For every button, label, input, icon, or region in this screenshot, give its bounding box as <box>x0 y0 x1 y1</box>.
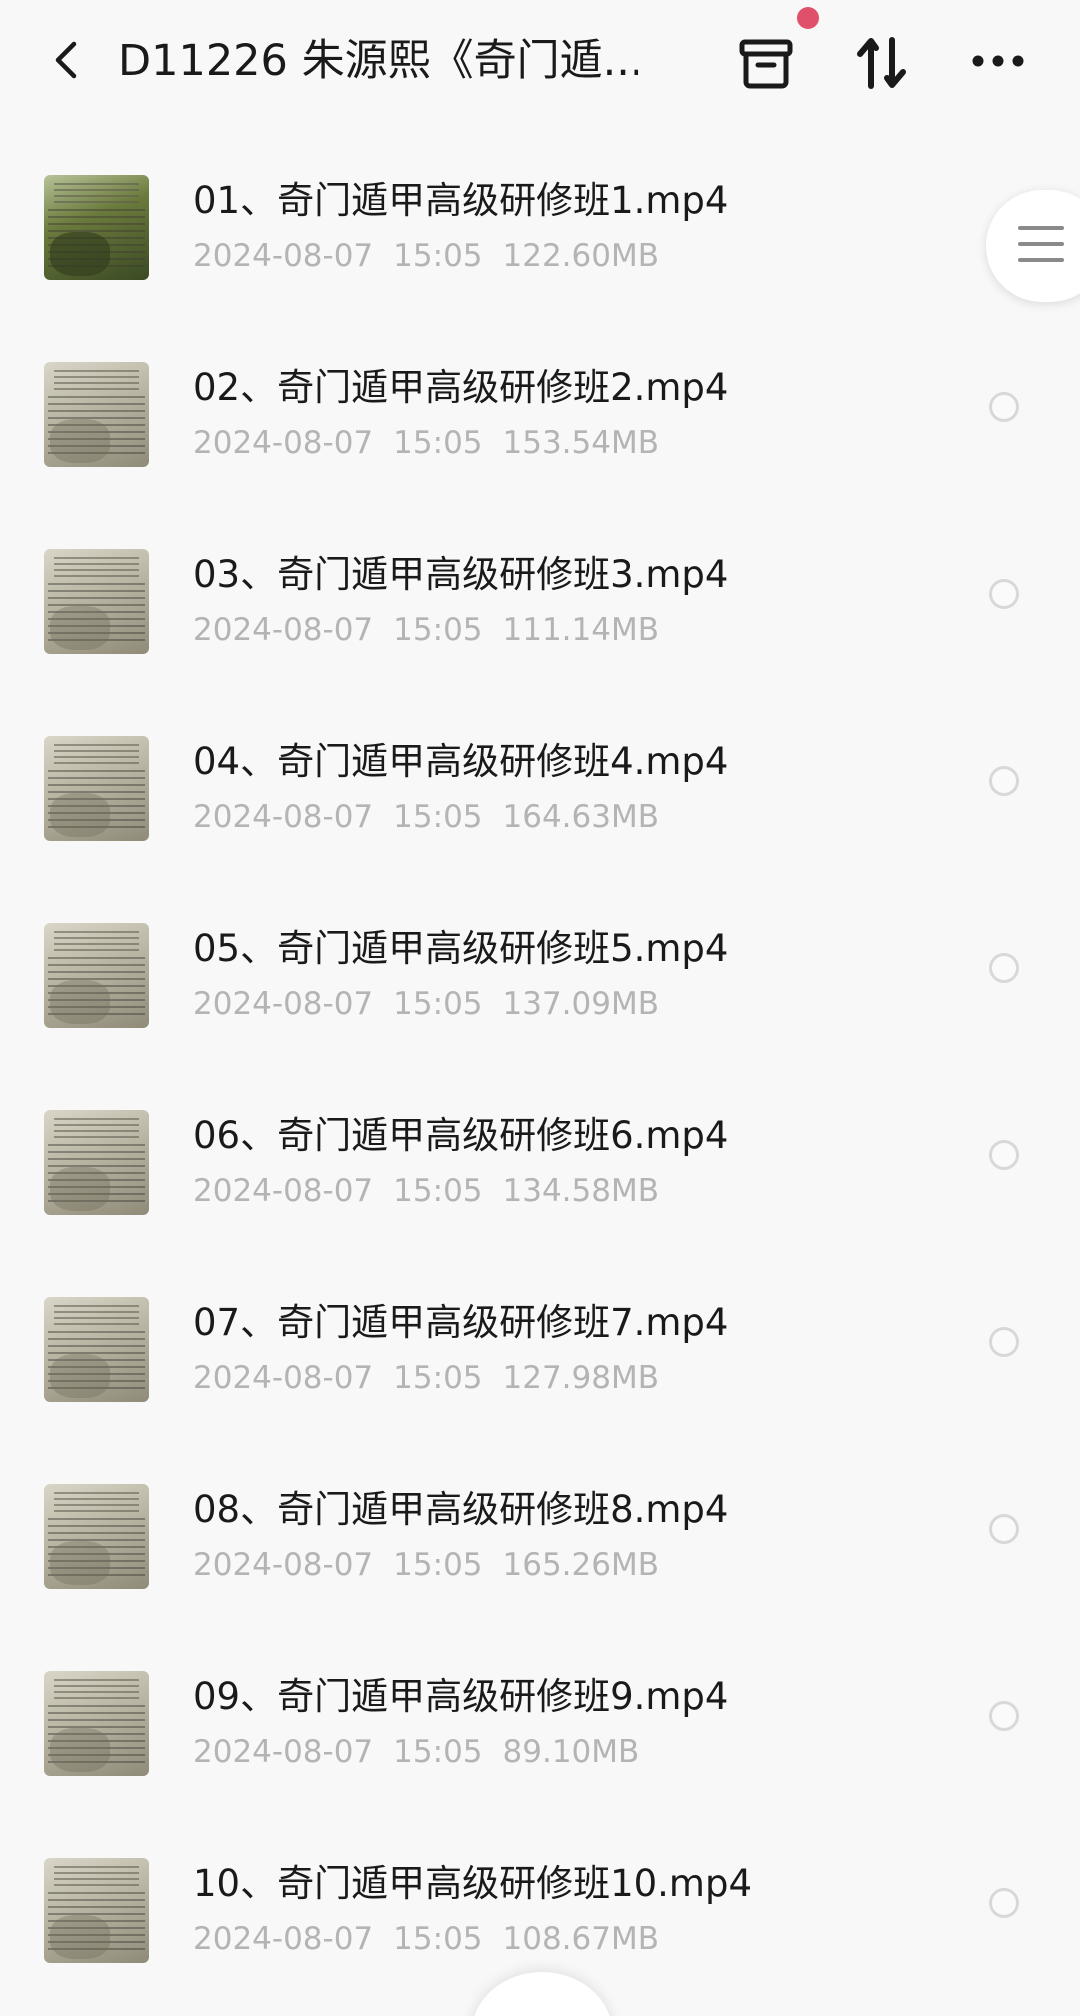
file-meta: 2024-08-07 15:05 108.67MB <box>193 1918 659 1960</box>
file-time: 15:05 <box>393 612 483 648</box>
video-thumbnail <box>44 1484 149 1589</box>
file-size: 164.63MB <box>502 799 659 835</box>
file-size: 134.58MB <box>502 1173 659 1209</box>
file-meta: 2024-08-07 15:05 134.58MB <box>193 1170 659 1212</box>
video-thumbnail <box>44 1110 149 1215</box>
file-name: 08、奇门遁甲高级研修班8.mp4 <box>193 1488 729 1531</box>
select-radio[interactable] <box>989 1327 1019 1357</box>
video-thumbnail <box>44 923 149 1028</box>
file-size: 89.10MB <box>502 1734 640 1770</box>
file-time: 15:05 <box>393 799 483 835</box>
file-date: 2024-08-07 <box>193 238 374 274</box>
file-row[interactable]: 10、奇门遁甲高级研修班10.mp4 2024-08-07 15:05 108.67… <box>0 1808 1080 1995</box>
file-row[interactable]: 05、奇门遁甲高级研修班5.mp4 2024-08-07 15:05 137.09M… <box>0 873 1080 1060</box>
notification-dot <box>797 7 819 29</box>
file-size: 165.26MB <box>502 1547 659 1583</box>
file-time: 15:05 <box>393 1547 483 1583</box>
select-radio[interactable] <box>989 392 1019 422</box>
file-size: 108.67MB <box>502 1921 659 1957</box>
file-time: 15:05 <box>393 1173 483 1209</box>
file-row[interactable]: 02、奇门遁甲高级研修班2.mp4 2024-08-07 15:05 153.54M… <box>0 312 1080 499</box>
select-radio[interactable] <box>989 1701 1019 1731</box>
file-meta: 2024-08-07 15:05 153.54MB <box>193 422 659 464</box>
menu-lines-icon <box>1018 226 1064 266</box>
file-date: 2024-08-07 <box>193 1547 374 1583</box>
file-time: 15:05 <box>393 425 483 461</box>
file-list: 01、奇门遁甲高级研修班1.mp4 2024-08-07 15:05 122.60M… <box>0 125 1080 1995</box>
file-name: 02、奇门遁甲高级研修班2.mp4 <box>193 366 729 409</box>
file-size: 111.14MB <box>502 612 659 648</box>
file-date: 2024-08-07 <box>193 1734 374 1770</box>
file-meta: 2024-08-07 15:05 127.98MB <box>193 1357 659 1399</box>
video-thumbnail <box>44 1671 149 1776</box>
video-thumbnail <box>44 549 149 654</box>
select-radio[interactable] <box>989 1514 1019 1544</box>
file-row[interactable]: 09、奇门遁甲高级研修班9.mp4 2024-08-07 15:05 89.10MB <box>0 1621 1080 1808</box>
file-name: 05、奇门遁甲高级研修班5.mp4 <box>193 927 729 970</box>
file-date: 2024-08-07 <box>193 1921 374 1957</box>
file-row[interactable]: 07、奇门遁甲高级研修班7.mp4 2024-08-07 15:05 127.98M… <box>0 1247 1080 1434</box>
select-radio[interactable] <box>989 1140 1019 1170</box>
more-horizontal-icon <box>972 55 1024 67</box>
file-date: 2024-08-07 <box>193 425 374 461</box>
file-date: 2024-08-07 <box>193 799 374 835</box>
file-size: 127.98MB <box>502 1360 659 1396</box>
file-meta: 2024-08-07 15:05 89.10MB <box>193 1731 639 1773</box>
file-time: 15:05 <box>393 1921 483 1957</box>
back-button[interactable] <box>44 36 92 84</box>
file-date: 2024-08-07 <box>193 1173 374 1209</box>
file-list-screen: D11226 朱源熙《奇门遁... 01、奇门遁甲高级研修班1.mp4 2024… <box>0 0 1080 2016</box>
file-time: 15:05 <box>393 238 483 274</box>
file-meta: 2024-08-07 15:05 164.63MB <box>193 796 659 838</box>
archive-box-icon <box>739 39 793 89</box>
file-size: 137.09MB <box>502 986 659 1022</box>
file-name: 09、奇门遁甲高级研修班9.mp4 <box>193 1675 729 1718</box>
top-bar: D11226 朱源熙《奇门遁... <box>0 0 1080 125</box>
file-name: 04、奇门遁甲高级研修班4.mp4 <box>193 740 729 783</box>
archive-button[interactable] <box>738 36 794 92</box>
file-name: 07、奇门遁甲高级研修班7.mp4 <box>193 1301 729 1344</box>
select-radio[interactable] <box>989 766 1019 796</box>
file-time: 15:05 <box>393 1360 483 1396</box>
file-size: 122.60MB <box>502 238 659 274</box>
select-radio[interactable] <box>989 953 1019 983</box>
chevron-left-icon <box>55 41 77 79</box>
file-meta: 2024-08-07 15:05 165.26MB <box>193 1544 659 1586</box>
file-row[interactable]: 01、奇门遁甲高级研修班1.mp4 2024-08-07 15:05 122.60M… <box>0 125 1080 312</box>
file-date: 2024-08-07 <box>193 612 374 648</box>
select-radio[interactable] <box>989 579 1019 609</box>
file-name: 10、奇门遁甲高级研修班10.mp4 <box>193 1862 752 1905</box>
video-thumbnail <box>44 362 149 467</box>
file-name: 01、奇门遁甲高级研修班1.mp4 <box>193 179 729 222</box>
file-row[interactable]: 04、奇门遁甲高级研修班4.mp4 2024-08-07 15:05 164.63M… <box>0 686 1080 873</box>
file-size: 153.54MB <box>502 425 659 461</box>
file-row[interactable]: 06、奇门遁甲高级研修班6.mp4 2024-08-07 15:05 134.58M… <box>0 1060 1080 1247</box>
video-thumbnail <box>44 1297 149 1402</box>
file-date: 2024-08-07 <box>193 986 374 1022</box>
file-meta: 2024-08-07 15:05 111.14MB <box>193 609 659 651</box>
file-row[interactable]: 03、奇门遁甲高级研修班3.mp4 2024-08-07 15:05 111.14M… <box>0 499 1080 686</box>
file-name: 03、奇门遁甲高级研修班3.mp4 <box>193 553 729 596</box>
more-options-button[interactable] <box>970 46 1026 76</box>
file-meta: 2024-08-07 15:05 137.09MB <box>193 983 659 1025</box>
file-time: 15:05 <box>393 986 483 1022</box>
video-thumbnail <box>44 1858 149 1963</box>
select-radio[interactable] <box>989 1888 1019 1918</box>
sort-button[interactable] <box>856 34 908 92</box>
video-thumbnail <box>44 175 149 280</box>
video-thumbnail <box>44 736 149 841</box>
file-meta: 2024-08-07 15:05 122.60MB <box>193 235 659 277</box>
file-row[interactable]: 08、奇门遁甲高级研修班8.mp4 2024-08-07 15:05 165.26M… <box>0 1434 1080 1621</box>
sort-arrows-icon <box>857 37 906 89</box>
file-time: 15:05 <box>393 1734 483 1770</box>
page-title: D11226 朱源熙《奇门遁... <box>118 36 638 86</box>
file-date: 2024-08-07 <box>193 1360 374 1396</box>
file-name: 06、奇门遁甲高级研修班6.mp4 <box>193 1114 729 1157</box>
